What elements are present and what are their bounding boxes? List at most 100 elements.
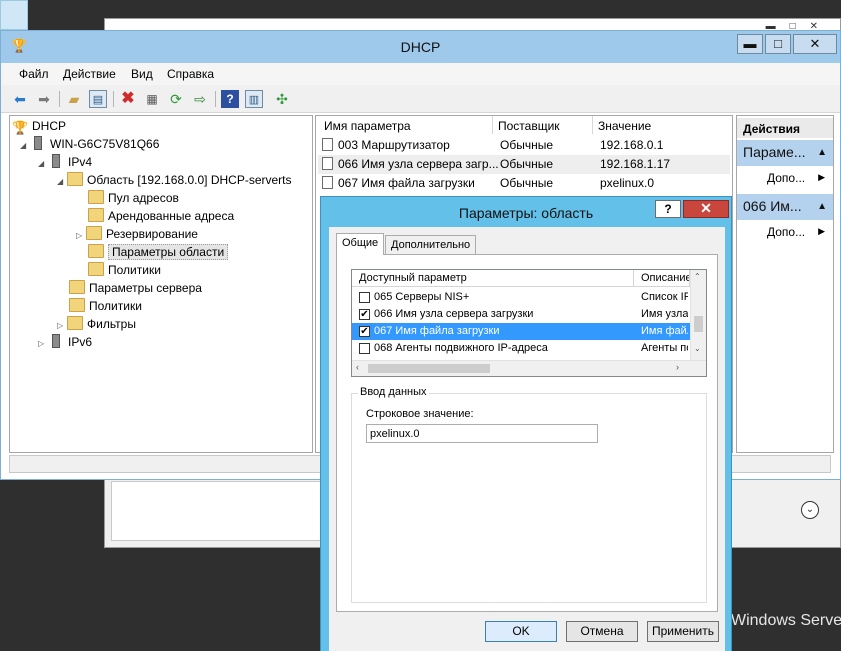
forward-icon[interactable]: ➡ [35, 90, 53, 108]
window-titlebar[interactable]: 🏆 DHCP ▬ □ ✕ [1, 31, 840, 63]
option-checkbox[interactable] [359, 343, 370, 354]
menu-action[interactable]: Действие [63, 67, 116, 81]
menu-bar: Файл Действие Вид Справка [1, 63, 840, 85]
tab-advanced[interactable]: Дополнительно [385, 235, 477, 255]
scrollbar-thumb[interactable] [694, 316, 703, 332]
column-divider[interactable] [492, 116, 493, 134]
scroll-left-icon[interactable]: ‹ [356, 362, 359, 372]
folder-icon [67, 172, 83, 186]
tree-node-address-pool[interactable]: Пул адресов [88, 189, 179, 207]
scroll-down-icon[interactable]: ⌄ [694, 344, 701, 353]
tree-node-policies[interactable]: Политики [69, 297, 142, 315]
minimize-button[interactable]: ▬ [737, 34, 763, 54]
tab-panel: Доступный параметр Описание 065 Серверы … [336, 254, 718, 612]
apply-button[interactable]: Применить [647, 621, 719, 642]
back-icon[interactable]: ⬅ [11, 90, 29, 108]
tree-node-leases[interactable]: Арендованные адреса [88, 207, 234, 225]
tree-node-scope[interactable]: ◢ Область [192.168.0.0] DHCP-serverts [57, 171, 292, 189]
tree-node-server-options[interactable]: Параметры сервера [69, 279, 202, 297]
ok-button[interactable]: OK [485, 621, 557, 642]
export-icon[interactable]: ⇨ [191, 90, 209, 108]
tree-node-scope-options[interactable]: Параметры области [88, 243, 229, 261]
tree-node-server[interactable]: ◢ WIN-G6C75V81Q66 [20, 135, 159, 153]
up-folder-icon[interactable]: ▰ [65, 90, 83, 108]
column-header-name[interactable]: Имя параметра [324, 119, 411, 133]
help-icon[interactable]: ? [221, 90, 239, 108]
column-header-value[interactable]: Значение [598, 119, 651, 133]
column-header-description[interactable]: Описание [634, 270, 690, 287]
list-item[interactable]: 003 Маршрутизатор Обычные 192.168.0.1 [318, 136, 730, 155]
scroll-right-icon[interactable]: › [676, 362, 679, 372]
data-entry-legend: Ввод данных [358, 386, 429, 398]
delete-icon[interactable]: ✖ [119, 90, 137, 108]
help-button[interactable]: ? [655, 200, 681, 218]
option-doc-icon [322, 138, 333, 151]
folder-icon [69, 280, 85, 294]
submenu-arrow-icon: ▶ [818, 172, 825, 182]
dialog-body: Общие Дополнительно Доступный параметр О… [329, 227, 725, 651]
menu-view[interactable]: Вид [131, 67, 153, 81]
option-checkbox-checked[interactable]: ✔ [359, 326, 370, 337]
string-value-label: Строковое значение: [366, 408, 474, 420]
menu-file[interactable]: Файл [19, 67, 49, 81]
action-more-actions[interactable]: Допо... ▶ [737, 222, 833, 242]
scroll-up-icon[interactable]: ⌃ [694, 272, 701, 281]
option-checkbox-checked[interactable]: ✔ [359, 309, 370, 320]
scrollbar-thumb[interactable] [368, 364, 490, 373]
list-item[interactable]: 067 Имя файла загрузки Обычные pxelinux.… [318, 174, 730, 193]
option-row[interactable]: 068 Агенты подвижного IP-адреса Агенты п… [352, 340, 690, 357]
close-button[interactable]: ✕ [793, 34, 837, 54]
folder-icon [69, 298, 85, 312]
column-header-vendor[interactable]: Поставщик [498, 119, 560, 133]
maximize-button[interactable]: □ [765, 34, 791, 54]
tree-node-dhcp[interactable]: 🏆 DHCP [12, 117, 66, 135]
ipv6-server-icon [52, 334, 60, 348]
toolbar-separator [215, 91, 216, 107]
properties-icon[interactable]: ▦ [143, 90, 161, 108]
desktop-shortcut-icon[interactable] [0, 0, 28, 30]
expand-arrow-icon[interactable]: ▷ [76, 227, 86, 245]
filter-folder-icon [67, 316, 83, 330]
menu-help[interactable]: Справка [167, 67, 214, 81]
tree-node-ipv6[interactable]: ▷ IPv6 [38, 333, 92, 351]
expand-arrow-icon[interactable]: ▷ [38, 335, 48, 353]
chevron-down-icon[interactable]: ⌄ [801, 501, 819, 519]
tree-node-ipv4[interactable]: ◢ IPv4 [38, 153, 92, 171]
collapse-arrow-icon[interactable]: ◢ [38, 155, 48, 173]
os-watermark: Windows Server 2 [731, 612, 841, 629]
option-row-selected[interactable]: ✔ 067 Имя файла загрузки Имя файл [352, 323, 690, 340]
collapse-arrow-icon[interactable]: ◢ [57, 173, 67, 191]
dhcp-options-icon[interactable]: ✣ [273, 90, 291, 108]
window-title: DHCP [400, 39, 441, 55]
action-more-actions[interactable]: Допо... ▶ [737, 168, 833, 188]
vertical-scrollbar[interactable]: ⌃ ⌄ [690, 270, 706, 360]
option-checkbox[interactable] [359, 292, 370, 303]
submenu-arrow-icon: ▶ [818, 226, 825, 236]
actions-section-option-066[interactable]: 066 Им... ▲ [737, 194, 833, 220]
refresh-icon[interactable]: ⟳ [167, 90, 185, 108]
option-row[interactable]: ✔ 066 Имя узла сервера загрузки Имя узла [352, 306, 690, 323]
tab-general[interactable]: Общие [336, 233, 385, 255]
option-doc-icon [322, 176, 333, 189]
actions-section-scope-options[interactable]: Параме... ▲ [737, 140, 833, 166]
tree-node-scope-policies[interactable]: Политики [88, 261, 161, 279]
cancel-button[interactable]: Отмена [566, 621, 638, 642]
server-icon [34, 136, 42, 150]
string-value-input[interactable] [366, 424, 598, 443]
collapse-up-icon[interactable]: ▲ [817, 147, 827, 158]
column-header-available-option[interactable]: Доступный параметр [352, 270, 634, 287]
show-hide-tree-icon[interactable]: ▤ [89, 90, 107, 108]
option-row[interactable]: 065 Серверы NIS+ Список IP [352, 289, 690, 306]
tree-node-filters[interactable]: ▷ Фильтры [57, 315, 136, 333]
list-item[interactable]: 066 Имя узла сервера загр... Обычные 192… [318, 155, 730, 174]
column-divider[interactable] [592, 116, 593, 134]
toolbar-separator [113, 91, 114, 107]
tree-node-reservations[interactable]: ▷ Резервирование [76, 225, 198, 243]
actions-header: Действия [737, 118, 833, 138]
collapse-up-icon[interactable]: ▲ [817, 201, 827, 212]
dialog-close-button[interactable]: ✕ [683, 200, 729, 218]
folder-icon [88, 262, 104, 276]
view-icon[interactable]: ▥ [245, 90, 263, 108]
collapse-arrow-icon[interactable]: ◢ [20, 137, 30, 155]
horizontal-scrollbar[interactable]: ‹ › [352, 360, 706, 376]
